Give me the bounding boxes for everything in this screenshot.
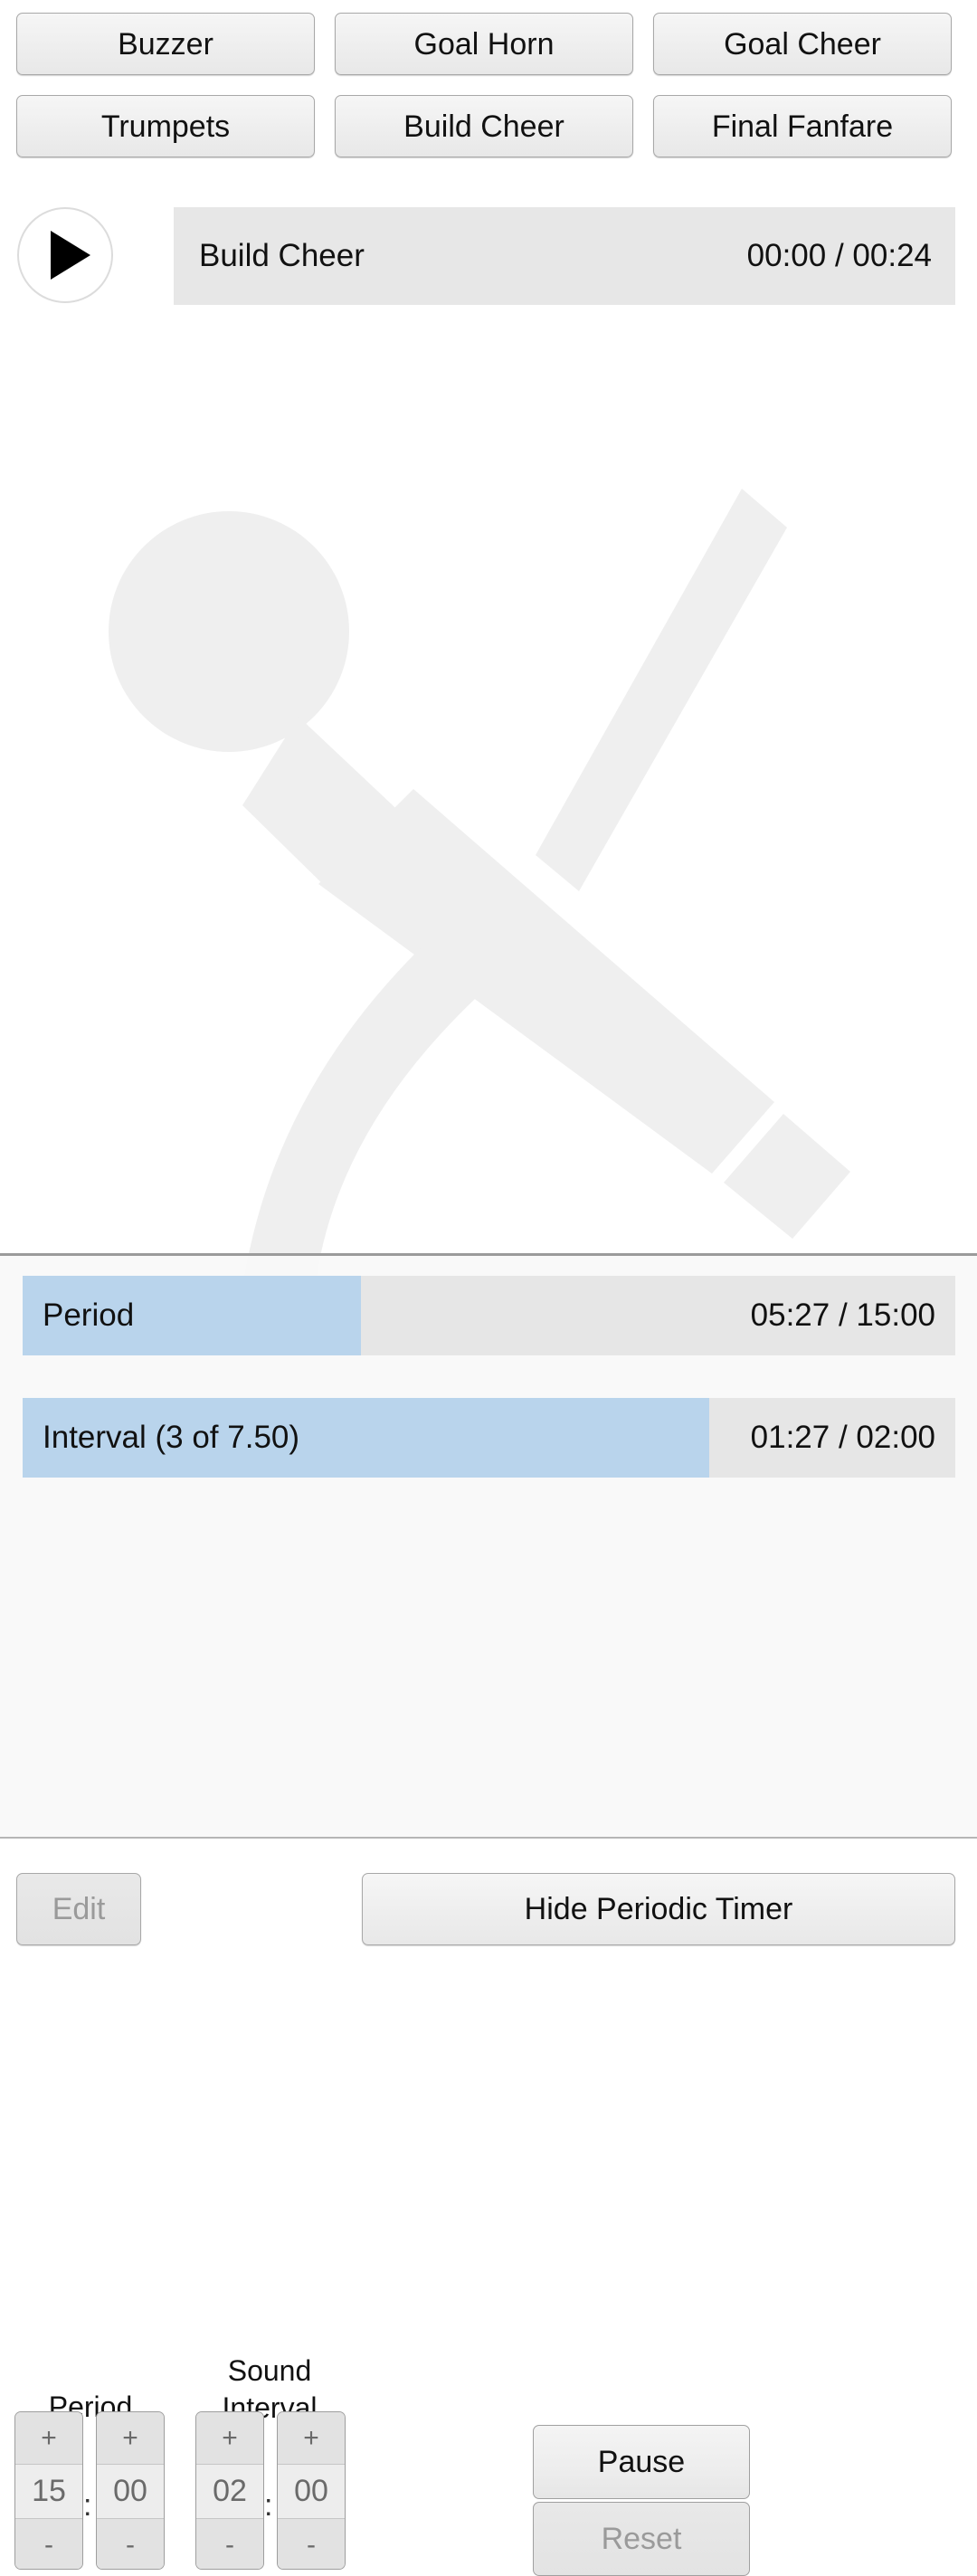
period-progress-label: Period [43,1298,135,1333]
interval-seconds-value[interactable]: 00 [278,2465,345,2518]
period-minutes-increment-button[interactable]: + [15,2412,82,2465]
period-stepper-separator: : [83,2488,92,2523]
pause-button[interactable]: Pause [533,2425,750,2499]
bottom-toolbar: Edit Hide Periodic Timer [0,1837,977,1978]
sound-interval-heading-line1: Sound [227,2354,312,2387]
interval-seconds-decrement-button[interactable]: - [278,2518,345,2569]
interval-minutes-stepper: + 02 - [195,2411,264,2570]
sound-button-trumpets[interactable]: Trumpets [16,95,315,157]
microphone-watermark [0,312,977,1289]
interval-minutes-decrement-button[interactable]: - [196,2518,263,2569]
player-time-display: 00:00 / 00:24 [746,238,932,273]
audio-player: Build Cheer 00:00 / 00:24 [0,207,977,305]
sound-button-grid: Buzzer Goal Horn Goal Cheer Trumpets Bui… [16,13,955,157]
sound-button-build-cheer[interactable]: Build Cheer [335,95,633,157]
hide-periodic-timer-button[interactable]: Hide Periodic Timer [362,1873,955,1945]
period-seconds-value[interactable]: 00 [97,2465,164,2518]
sound-button-goal-horn[interactable]: Goal Horn [335,13,633,75]
player-track-bar[interactable]: Build Cheer 00:00 / 00:24 [174,207,955,305]
interval-seconds-increment-button[interactable]: + [278,2412,345,2465]
interval-progress-bar: Interval (3 of 7.50) 01:27 / 02:00 [23,1398,955,1478]
period-seconds-decrement-button[interactable]: - [97,2518,164,2569]
sound-button-final-fanfare[interactable]: Final Fanfare [653,95,952,157]
period-minutes-decrement-button[interactable]: - [15,2518,82,2569]
play-button[interactable] [17,207,113,303]
period-seconds-increment-button[interactable]: + [97,2412,164,2465]
interval-minutes-increment-button[interactable]: + [196,2412,263,2465]
play-icon [51,231,90,280]
interval-progress-label: Interval (3 of 7.50) [43,1420,300,1455]
edit-button: Edit [16,1873,141,1945]
interval-seconds-stepper: + 00 - [277,2411,346,2570]
period-minutes-stepper: + 15 - [14,2411,83,2570]
interval-minutes-value[interactable]: 02 [196,2465,263,2518]
interval-progress-time: 01:27 / 02:00 [750,1420,935,1455]
period-seconds-stepper: + 00 - [96,2411,165,2570]
period-progress-bar: Period 05:27 / 15:00 [23,1276,955,1355]
periodic-timer-panel: Period 05:27 / 15:00 Interval (3 of 7.50… [0,1253,977,2576]
player-track-title: Build Cheer [199,238,365,273]
period-progress-time: 05:27 / 15:00 [750,1298,935,1333]
interval-stepper-separator: : [264,2488,273,2523]
sound-button-goal-cheer[interactable]: Goal Cheer [653,13,952,75]
reset-button: Reset [533,2502,750,2576]
period-minutes-value[interactable]: 15 [15,2465,82,2518]
sound-button-buzzer[interactable]: Buzzer [16,13,315,75]
